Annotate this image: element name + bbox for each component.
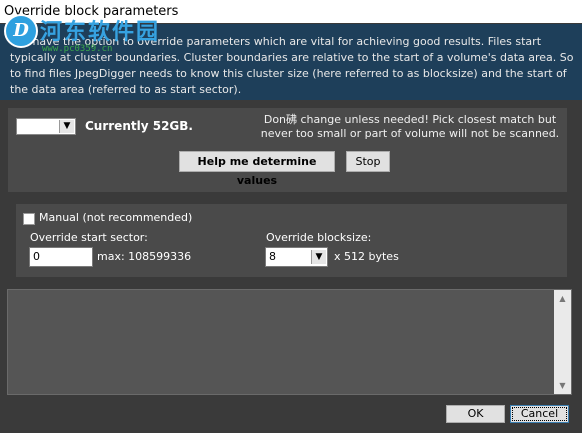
manual-checkbox[interactable] xyxy=(23,213,35,225)
ok-button[interactable]: OK xyxy=(446,405,505,423)
blocksize-value: 8 xyxy=(269,250,276,263)
blocksize-label: Override blocksize: xyxy=(266,231,372,244)
warning-text: Don砩 change unless needed! Pick closest … xyxy=(260,113,560,140)
log-textarea[interactable]: ▲ ▼ xyxy=(7,289,572,395)
start-sector-input[interactable]: 0 xyxy=(29,247,93,267)
max-sector-text: max: 108599336 xyxy=(97,250,192,263)
start-sector-label: Override start sector: xyxy=(30,231,148,244)
chevron-down-icon[interactable]: ▼ xyxy=(311,250,326,264)
stop-button[interactable]: Stop xyxy=(346,151,390,172)
intro-panel: You have the option to override paramete… xyxy=(0,24,582,100)
manual-panel: Manual (not recommended) Override start … xyxy=(16,204,567,277)
scroll-up-icon[interactable]: ▲ xyxy=(554,290,571,307)
scroll-down-icon[interactable]: ▼ xyxy=(554,377,571,394)
size-panel: ▼ Currently 52GB. Don砩 change unless nee… xyxy=(8,108,567,192)
intro-text: You have the option to override paramete… xyxy=(10,35,574,96)
window-title: Override block parameters xyxy=(0,0,582,23)
chevron-down-icon[interactable]: ▼ xyxy=(59,120,74,133)
blocksize-select[interactable]: 8 ▼ xyxy=(265,247,328,267)
cancel-button[interactable]: Cancel xyxy=(510,405,569,423)
size-select[interactable]: ▼ xyxy=(16,118,76,135)
help-determine-button[interactable]: Help me determine values xyxy=(179,151,335,187)
current-size-label: Currently 52GB. xyxy=(85,119,193,133)
log-scrollbar[interactable]: ▲ ▼ xyxy=(554,290,571,394)
manual-checkbox-label[interactable]: Manual (not recommended) xyxy=(39,211,192,224)
blocksize-unit: x 512 bytes xyxy=(334,250,399,263)
